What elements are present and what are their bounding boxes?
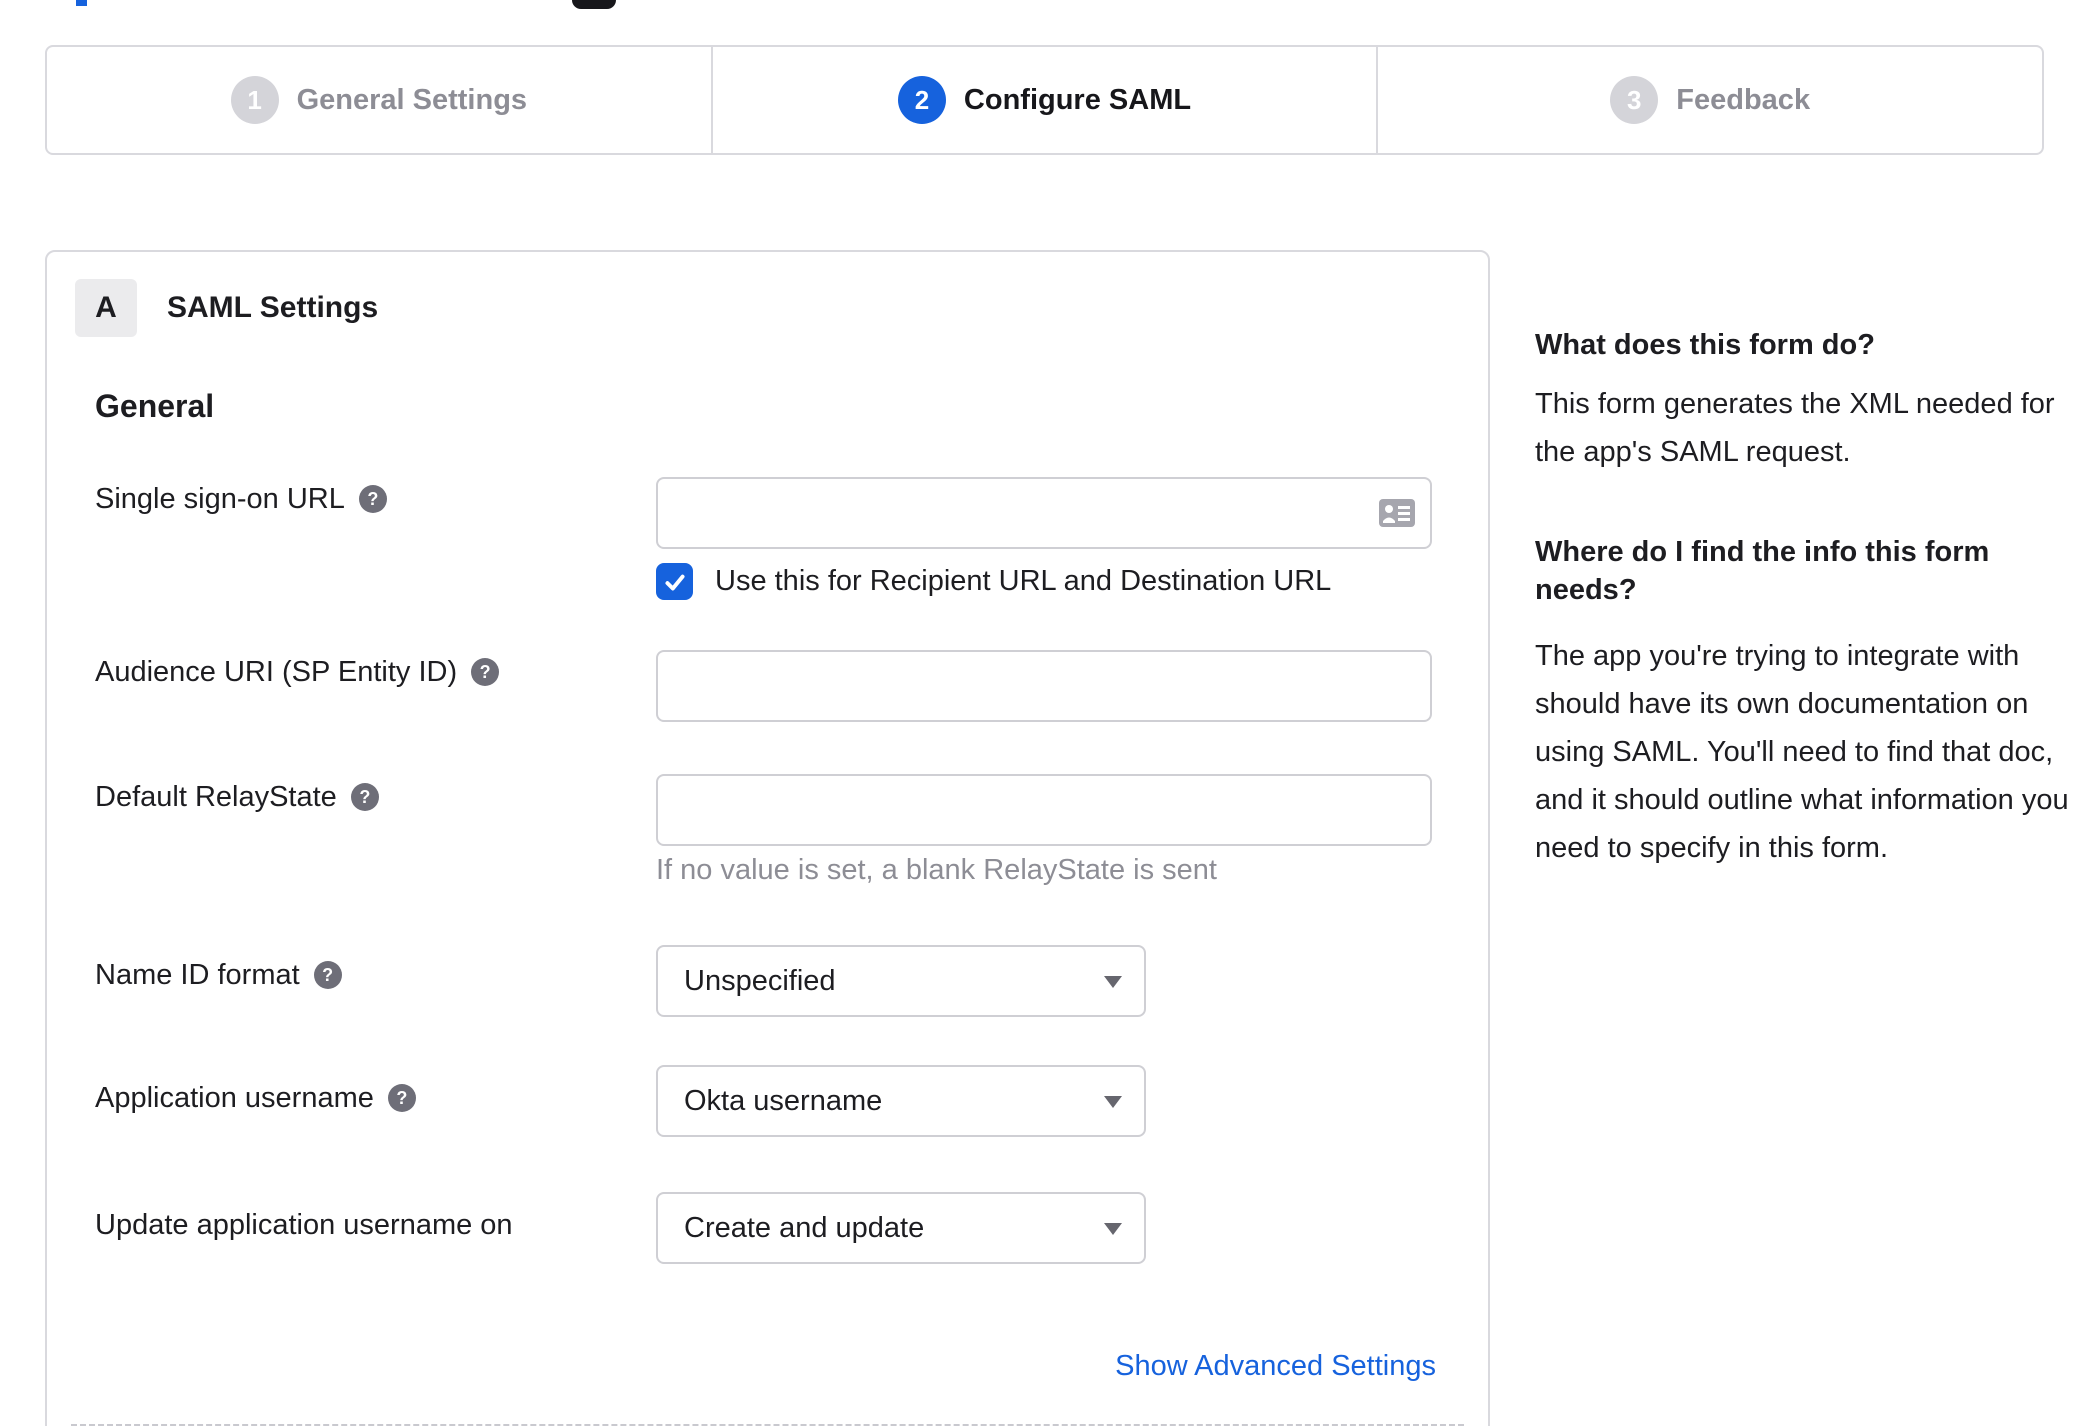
general-section-heading: General (95, 388, 215, 424)
sso-url-input[interactable] (656, 477, 1432, 549)
step-general-settings[interactable]: 1 General Settings (47, 47, 711, 153)
saml-wizard-screen: 1 General Settings 2 Configure SAML 3 Fe… (0, 0, 2092, 1426)
step-2-label: Configure SAML (963, 83, 1192, 116)
name-id-format-label: Name ID format (95, 958, 300, 991)
show-advanced-settings-link[interactable]: Show Advanced Settings (1115, 1350, 1436, 1383)
caret-down-icon (1104, 1096, 1122, 1108)
caret-down-icon (1104, 1223, 1122, 1235)
sidebar-answer-1: This form generates the XML needed for t… (1535, 388, 2055, 468)
help-glyph: ? (367, 489, 379, 509)
update-username-label-row: Update application username on (95, 1207, 513, 1243)
sso-url-label: Single sign-on URL (95, 482, 345, 515)
application-username-label: Application username (95, 1081, 374, 1114)
name-id-format-label-row: Name ID format ? (95, 957, 342, 993)
saml-settings-panel: A SAML Settings General Single sign-on U… (45, 250, 1490, 1426)
update-username-label: Update application username on (95, 1208, 513, 1241)
recipient-url-checkbox[interactable] (656, 563, 693, 600)
step-2-circle: 2 (897, 76, 946, 124)
sso-url-label-row: Single sign-on URL ? (95, 481, 387, 517)
help-glyph: ? (479, 662, 491, 682)
relay-state-hint: If no value is set, a blank RelayState i… (656, 854, 1217, 886)
application-username-value: Okta username (684, 1084, 883, 1117)
application-username-select[interactable]: Okta username (656, 1065, 1146, 1137)
application-username-help-icon[interactable]: ? (387, 1084, 416, 1112)
help-glyph: ? (359, 787, 371, 807)
relay-state-input[interactable] (656, 774, 1432, 846)
help-glyph: ? (322, 965, 334, 985)
help-sidebar: What does this form do? This form genera… (1535, 0, 2080, 1426)
recipient-url-checkbox-row: Use this for Recipient URL and Destinati… (656, 563, 1331, 600)
cropped-app-logo-fragment (572, 0, 616, 9)
name-id-format-help-icon[interactable]: ? (313, 961, 342, 989)
name-id-format-select[interactable]: Unspecified (656, 945, 1146, 1017)
sidebar-question-1: What does this form do? (1535, 329, 1875, 361)
contact-card-icon (1379, 499, 1415, 527)
update-username-value: Create and update (684, 1211, 925, 1244)
audience-uri-input[interactable] (656, 650, 1432, 722)
step-1-circle: 1 (230, 76, 279, 124)
caret-down-icon (1104, 976, 1122, 988)
relay-state-help-icon[interactable]: ? (350, 783, 379, 811)
cropped-blue-fragment (76, 0, 87, 6)
panel-title: SAML Settings (167, 291, 379, 324)
step-2-number: 2 (914, 84, 930, 115)
step-1-number: 1 (247, 84, 262, 115)
section-a-badge: A (75, 279, 137, 337)
relay-state-label-row: Default RelayState ? (95, 779, 379, 815)
application-username-label-row: Application username ? (95, 1080, 416, 1116)
step-1-label: General Settings (296, 83, 528, 116)
sidebar-question-2: Where do I find the info this form needs… (1535, 536, 1990, 606)
name-id-format-value: Unspecified (684, 964, 836, 997)
audience-uri-label-row: Audience URI (SP Entity ID) ? (95, 654, 500, 690)
relay-state-label: Default RelayState (95, 780, 337, 813)
checkmark-icon (664, 574, 685, 590)
recipient-url-checkbox-label: Use this for Recipient URL and Destinati… (715, 565, 1332, 597)
sidebar-answer-2: The app you're trying to integrate with … (1535, 640, 2069, 864)
audience-uri-label: Audience URI (SP Entity ID) (95, 655, 458, 688)
step-configure-saml[interactable]: 2 Configure SAML (710, 47, 1377, 153)
help-glyph: ? (396, 1088, 408, 1108)
update-username-select[interactable]: Create and update (656, 1192, 1146, 1264)
sso-url-help-icon[interactable]: ? (358, 485, 387, 513)
audience-uri-help-icon[interactable]: ? (471, 658, 500, 686)
